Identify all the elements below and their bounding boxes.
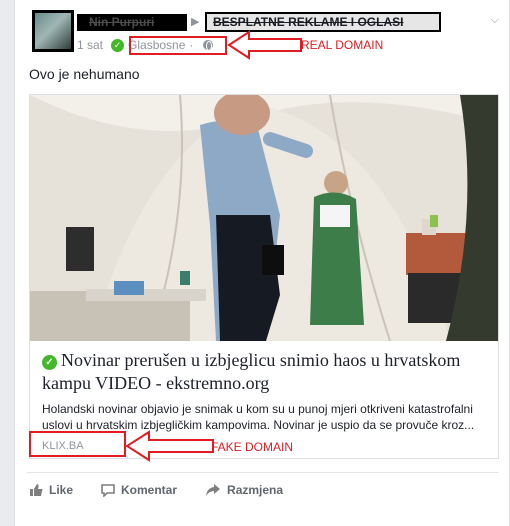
comment-icon: [101, 484, 115, 497]
like-label[interactable]: Like: [49, 483, 73, 497]
real-domain-annotation: REAL DOMAIN: [301, 38, 384, 52]
author-name-redacted[interactable]: Nin Purpuri: [77, 14, 187, 31]
post-actions: Like Komentar Razmjena: [29, 480, 311, 500]
link-headline-wrap[interactable]: ✓ Novinar prerušen u izbjeglicu snimio ha…: [42, 349, 488, 395]
real-domain-arrow-icon: [227, 30, 302, 60]
comment-label[interactable]: Komentar: [121, 483, 177, 497]
link-preview[interactable]: ✓ Novinar prerušen u izbjeglicu snimio ha…: [29, 94, 499, 459]
post-card: Nin Purpuri ▶ BESPLATNE REKLAME I OGLASI…: [14, 0, 510, 526]
thumbs-up-icon: [30, 484, 43, 496]
post-text: Ovo je nehumano: [29, 66, 140, 82]
group-name-redacted[interactable]: BESPLATNE REKLAME I OGLASI: [205, 12, 441, 32]
comment-button[interactable]: Komentar: [101, 480, 177, 500]
fake-domain-arrow-icon: [125, 430, 214, 462]
share-label[interactable]: Razmjena: [227, 483, 283, 497]
link-headline[interactable]: Novinar prerušen u izbjeglicu snimio hao…: [42, 350, 460, 393]
divider: [27, 472, 499, 473]
fake-domain-annotation: FAKE DOMAIN: [211, 440, 294, 454]
check-circle-icon: ✓: [42, 355, 57, 370]
link-headline-container[interactable]: ✓ Novinar prerušen u izbjeglicu snimio ha…: [42, 349, 488, 395]
check-circle-icon: ✓: [111, 38, 125, 52]
share-button[interactable]: Razmjena: [205, 480, 283, 500]
timestamp[interactable]: 1 sat: [77, 38, 103, 52]
fake-domain-highlight-box: [29, 431, 126, 457]
group-name[interactable]: BESPLATNE REKLAME I OGLASI: [207, 14, 439, 30]
like-button[interactable]: Like: [29, 480, 73, 500]
real-domain-highlight-box: [129, 36, 227, 55]
chevron-down-icon[interactable]: ⌵: [491, 14, 499, 27]
share-icon: [206, 484, 221, 496]
share-arrow-icon: ▶: [191, 16, 200, 28]
avatar[interactable]: [32, 10, 74, 52]
link-description: Holandski novinar objavio je snimak u ko…: [42, 402, 475, 432]
link-preview-image[interactable]: [30, 95, 498, 341]
author-name[interactable]: Nin Purpuri: [77, 14, 187, 31]
